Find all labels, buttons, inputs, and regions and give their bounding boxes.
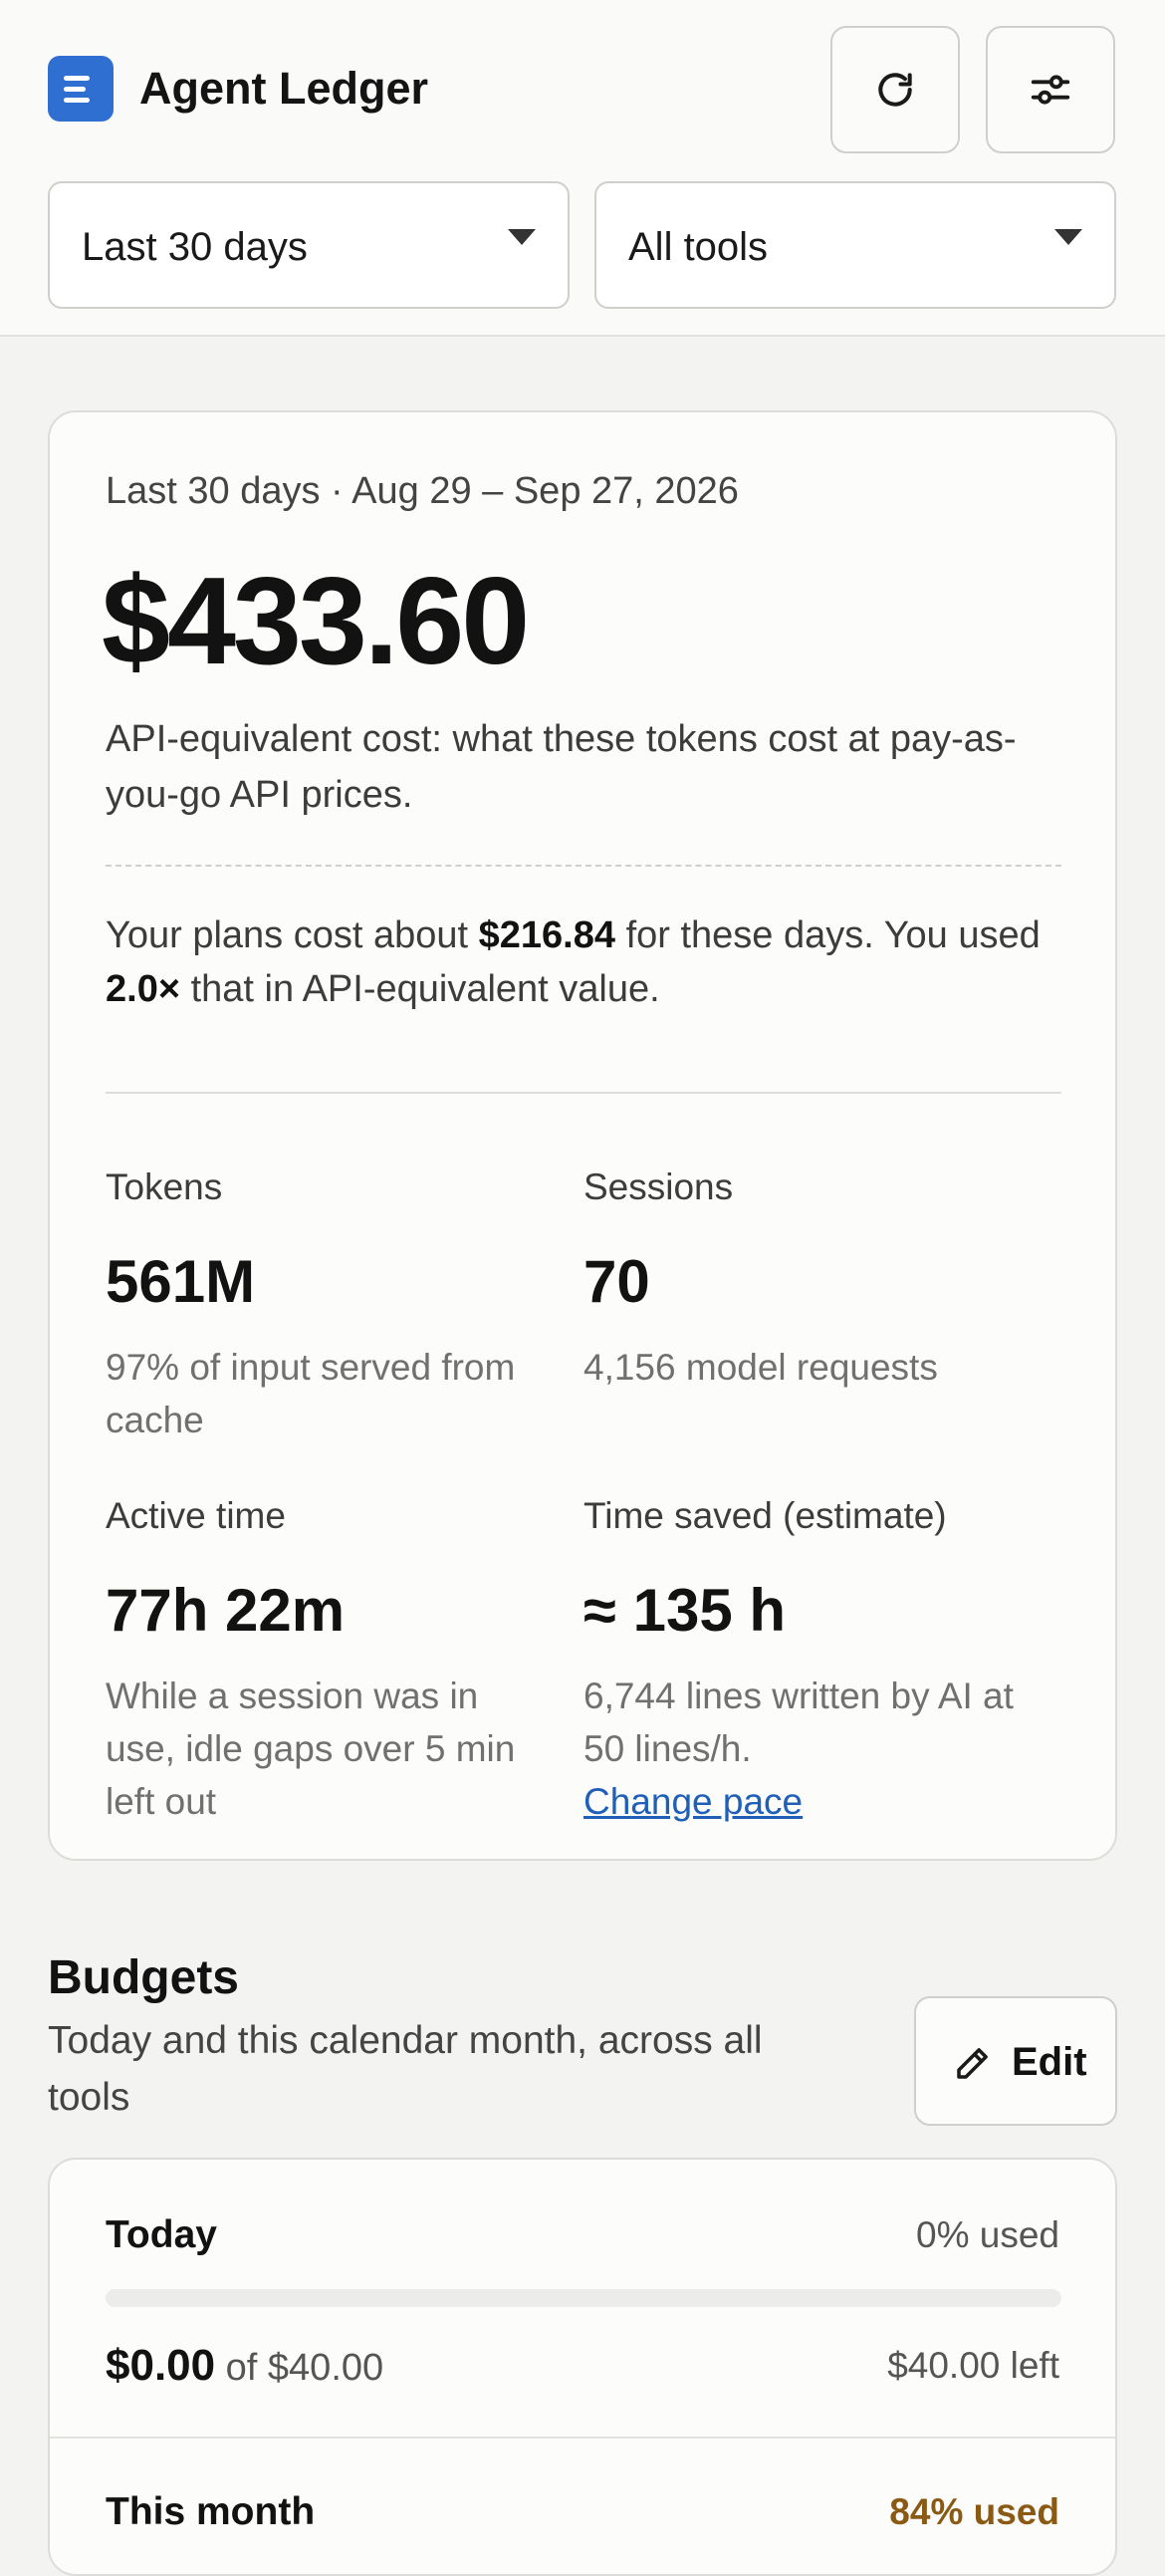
- app-header: Agent Ledger Last 30 days All tools: [0, 0, 1165, 337]
- filter-settings-button[interactable]: [986, 26, 1115, 153]
- stat-label: Active time: [106, 1495, 286, 1536]
- edit-budgets-button[interactable]: Edit: [914, 1996, 1117, 2126]
- budget-today-amount: $0.00 of $40.00: [106, 2341, 383, 2393]
- plans-note-middle: for these days. You used: [615, 914, 1041, 956]
- total-cost: $433.60: [102, 553, 530, 690]
- stat-active-time: Active time 77h 22m While a session was …: [106, 1494, 544, 1828]
- change-pace-link[interactable]: Change pace: [583, 1775, 803, 1828]
- budget-divider: [50, 2437, 1115, 2439]
- plans-multiplier: 2.0×: [106, 968, 181, 1010]
- tools-value: All tools: [628, 225, 769, 269]
- stat-sessions: Sessions 70 4,156 model requests: [583, 1165, 1022, 1394]
- edit-label: Edit: [1012, 2040, 1087, 2084]
- dashed-divider: [106, 865, 1061, 867]
- period-label: Last 30 days · Aug 29 – Sep 27, 2026: [106, 470, 739, 512]
- budget-today-left: $40.00 left: [887, 2345, 1059, 2386]
- budget-today-progress: [106, 2289, 1061, 2307]
- budget-today-used: 0% used: [916, 2214, 1059, 2255]
- stat-value: 77h 22m: [106, 1577, 346, 1644]
- budgets-subtitle: Today and this calendar month, across al…: [48, 2019, 763, 2119]
- stat-time-saved: Time saved (estimate) ≈ 135 h 6,744 line…: [583, 1494, 1022, 1828]
- app-title: Agent Ledger: [139, 63, 429, 114]
- chevron-down-icon: [1054, 229, 1082, 245]
- budget-month-used: 84% used: [889, 2491, 1059, 2532]
- stat-desc: While a session was in use, idle gaps ov…: [106, 1675, 516, 1822]
- plans-amount: $216.84: [478, 914, 616, 956]
- budgets-card: Today 0% used $0.00 of $40.00 $40.00 lef…: [48, 2158, 1117, 2576]
- stats-divider: [106, 1092, 1061, 1094]
- stat-label: Time saved (estimate): [583, 1495, 947, 1536]
- budgets-title: Budgets: [48, 1951, 239, 2004]
- tools-select[interactable]: All tools: [594, 181, 1116, 309]
- date-range-select[interactable]: Last 30 days: [48, 181, 570, 309]
- budget-today-label: Today: [106, 2213, 217, 2256]
- stat-desc: 4,156 model requests: [583, 1347, 938, 1388]
- stat-value: 561M: [106, 1248, 256, 1315]
- summary-card: Last 30 days · Aug 29 – Sep 27, 2026 $43…: [48, 410, 1117, 1861]
- budget-today-spent: $0.00: [106, 2341, 216, 2390]
- plans-note-prefix: Your plans cost about: [106, 914, 479, 956]
- stat-value: ≈ 135 h: [583, 1577, 787, 1644]
- stat-label: Tokens: [106, 1166, 223, 1207]
- date-range-value: Last 30 days: [82, 225, 308, 269]
- total-cost-note: API-equivalent cost: what these tokens c…: [106, 718, 1017, 816]
- stat-desc-text: 6,744 lines written by AI at 50 lines/h.: [583, 1675, 1014, 1769]
- chevron-down-icon: [508, 229, 536, 245]
- stat-desc: 97% of input served from cache: [106, 1347, 516, 1440]
- stat-value: 70: [583, 1248, 650, 1315]
- budget-today-limit: of $40.00: [215, 2347, 384, 2389]
- stat-label: Sessions: [583, 1166, 734, 1207]
- plans-note: Your plans cost about $216.84 for these …: [106, 908, 1061, 1016]
- stat-tokens: Tokens 561M 97% of input served from cac…: [106, 1165, 544, 1446]
- sliders-icon: [1031, 75, 1070, 105]
- plans-note-suffix: that in API-equivalent value.: [180, 968, 660, 1010]
- budget-month-label: This month: [106, 2490, 316, 2533]
- ledger-icon: [48, 56, 114, 122]
- pencil-icon: [957, 2048, 988, 2079]
- stat-desc: 6,744 lines written by AI at 50 lines/h.…: [583, 1670, 1022, 1828]
- refresh-button[interactable]: [830, 26, 960, 153]
- refresh-icon: [878, 73, 912, 107]
